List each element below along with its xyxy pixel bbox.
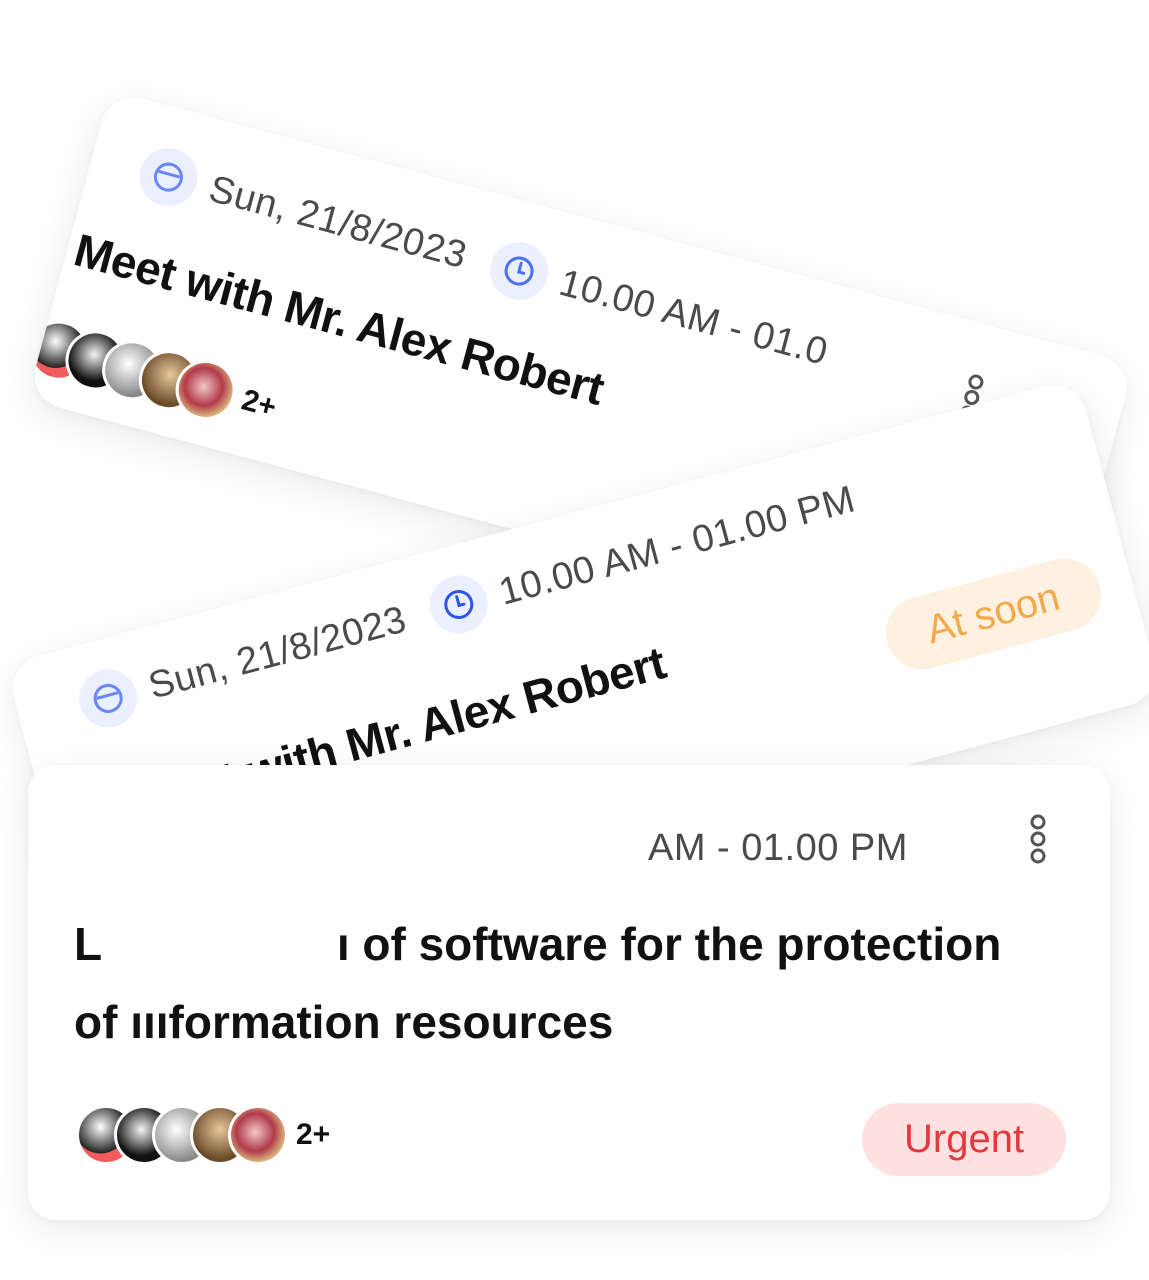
schedule-card-3[interactable]: AM - 01.00 PM L ı of software for the pr…: [28, 765, 1110, 1220]
clock-icon: [483, 235, 555, 307]
card-3-avatars: 2+: [76, 1105, 330, 1165]
card-1-time: 10.00 AM - 01.0: [555, 261, 833, 374]
card-1-date: Sun, 21/8/2023: [204, 167, 472, 277]
status-badge: At soon: [877, 550, 1109, 678]
status-badge: Urgent: [862, 1103, 1067, 1176]
card-3-description: L ı of software for the protection of ıı…: [74, 905, 1001, 1061]
calendar-icon: [72, 662, 144, 734]
calendar-icon: [132, 141, 204, 213]
card-3-desc-line2: of ıııformation resources: [74, 996, 614, 1048]
clock-icon: [423, 569, 495, 641]
card-3-desc-line1: ı of software for the protection: [336, 918, 1002, 970]
card-1-avatars: 2+: [27, 313, 283, 438]
card-3-time: AM - 01.00 PM: [648, 827, 908, 869]
card-2-date: Sun, 21/8/2023: [144, 598, 411, 708]
card-3-desc-lead: L: [74, 918, 102, 970]
card-1-more-count: 2+: [238, 383, 280, 425]
link-icon[interactable]: [1026, 813, 1050, 870]
stage: Sun, 21/8/2023 10.00 AM - 01.0 Meet with…: [0, 0, 1149, 1280]
card-3-more-count: 2+: [296, 1118, 331, 1151]
avatar: [228, 1105, 288, 1165]
